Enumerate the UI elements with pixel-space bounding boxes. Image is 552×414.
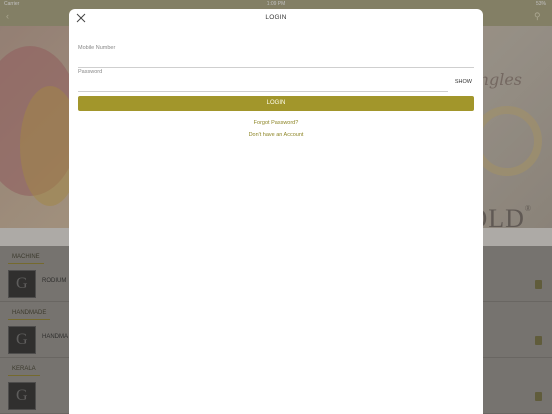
password-label: Password xyxy=(78,69,103,75)
signup-link[interactable]: Don't have an Account xyxy=(69,132,483,138)
login-button[interactable]: LOGIN xyxy=(78,96,474,111)
modal-title: LOGIN xyxy=(265,14,287,21)
forgot-password-link[interactable]: Forgot Password? xyxy=(69,120,483,126)
login-modal: LOGIN Mobile Number Password SHOW LOGIN … xyxy=(69,9,483,414)
show-password-button[interactable]: SHOW xyxy=(455,79,472,85)
field-underline xyxy=(78,91,448,92)
password-field: Password SHOW xyxy=(78,69,474,93)
mobile-number-label: Mobile Number xyxy=(78,45,116,51)
field-underline xyxy=(78,67,474,68)
mobile-number-field: Mobile Number xyxy=(78,45,474,69)
password-input[interactable] xyxy=(78,78,448,90)
mobile-number-input[interactable] xyxy=(78,54,474,66)
